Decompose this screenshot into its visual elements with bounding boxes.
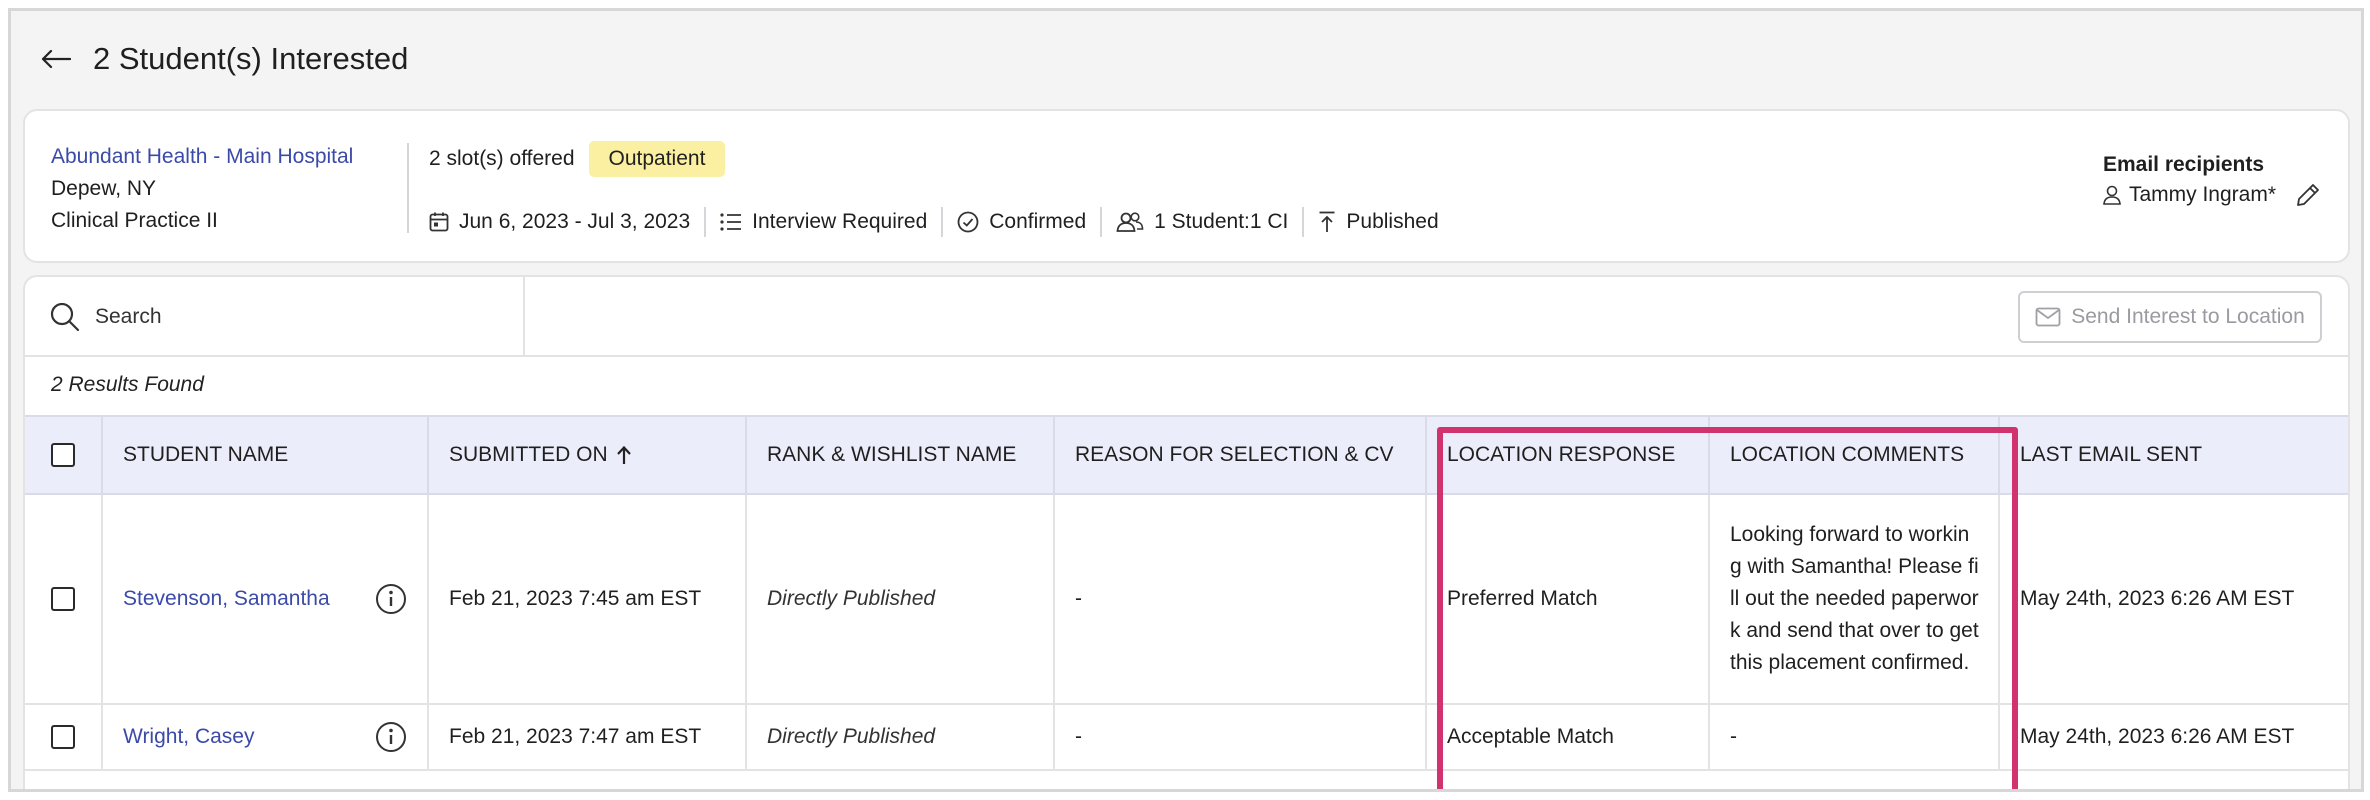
col-last-email[interactable]: Last Email Sent <box>1999 415 2348 495</box>
search-icon <box>50 302 80 332</box>
status-item: Confirmed <box>957 210 1086 234</box>
pencil-icon[interactable] <box>2294 181 2322 209</box>
email-recipients: Email recipients Tammy Ingram* <box>2103 153 2322 209</box>
response-cell: Preferred Match <box>1426 494 1710 705</box>
reason-cell: - <box>1054 704 1427 771</box>
last-email-cell: May 24th, 2023 6:26 AM EST <box>1999 494 2348 705</box>
students-table: Student Name Submitted On Rank & Wishlis… <box>25 415 2348 771</box>
slots-row: 2 slot(s) offered Outpatient <box>429 141 726 177</box>
reason-cell: - <box>1054 494 1427 705</box>
select-all-cell <box>25 415 103 495</box>
comments-text: - <box>1730 725 1737 748</box>
student-cell: Wright, Casey <box>102 704 429 771</box>
submitted-cell: Feb 21, 2023 7:45 am EST <box>428 494 747 705</box>
course-name: Clinical Practice II <box>51 209 218 232</box>
student-cell: Stevenson, Samantha <box>102 494 429 705</box>
col-location-comments[interactable]: Location Comments <box>1709 415 2000 495</box>
app-frame: 2 Student(s) Interested Abundant Health … <box>8 8 2364 792</box>
site-name-link[interactable]: Abundant Health - Main Hospital <box>51 141 353 173</box>
meta-row: Jun 6, 2023 - Jul 3, 2023 Interview Requ… <box>429 204 1439 240</box>
submitted-cell: Feb 21, 2023 7:47 am EST <box>428 704 747 771</box>
col-location-response[interactable]: Location Response <box>1426 415 1710 495</box>
results-count: 2 Results Found <box>51 373 204 396</box>
placement-info-card: Abundant Health - Main Hospital Depew, N… <box>23 109 2350 263</box>
row-checkbox[interactable] <box>51 587 75 612</box>
setting-badge: Outpatient <box>588 141 726 177</box>
ratio-item: 1 Student:1 CI <box>1116 210 1288 234</box>
table-row[interactable]: Stevenson, Samantha Feb 21, 2023 7:45 am… <box>25 494 2348 705</box>
col-reason-cv[interactable]: Reason for Selection & CV <box>1054 415 1427 495</box>
page-header: 2 Student(s) Interested <box>11 11 2361 107</box>
site-location: Depew, NY <box>51 177 157 200</box>
back-button[interactable] <box>31 34 81 84</box>
send-interest-button[interactable]: Send Interest to Location <box>2018 291 2322 343</box>
student-ci-ratio: 1 Student:1 CI <box>1154 210 1289 233</box>
select-all-checkbox[interactable] <box>51 443 75 468</box>
publish-icon <box>1319 211 1335 232</box>
interview-required: Interview Required <box>752 210 928 233</box>
divider <box>704 207 707 237</box>
rank-cell: Directly Published <box>746 704 1055 771</box>
student-name-link[interactable]: Wright, Casey <box>123 725 255 749</box>
results-card: Send Interest to Location 2 Results Foun… <box>23 275 2350 789</box>
col-submitted-on[interactable]: Submitted On <box>428 415 747 495</box>
col-submitted-on-label: Submitted On <box>449 443 608 466</box>
info-icon[interactable] <box>375 583 407 615</box>
search-box[interactable] <box>25 277 525 357</box>
back-arrow-icon <box>41 49 71 69</box>
divider <box>1302 207 1305 237</box>
rank-cell: Directly Published <box>746 494 1055 705</box>
dates-item: Jun 6, 2023 - Jul 3, 2023 <box>429 210 690 234</box>
response-cell: Acceptable Match <box>1426 704 1710 771</box>
check-circle-icon <box>957 211 979 233</box>
select-cell <box>25 494 103 705</box>
status-confirmed: Confirmed <box>989 210 1087 233</box>
divider <box>407 143 409 233</box>
col-rank-wishlist[interactable]: Rank & Wishlist Name <box>746 415 1055 495</box>
email-recipients-title: Email recipients <box>2102 153 2265 176</box>
email-recipient-name: Tammy Ingram* <box>2128 183 2276 206</box>
page-title: 2 Student(s) Interested <box>93 41 409 76</box>
comments-text: Looking forward to working with Samantha… <box>1730 523 1979 674</box>
sort-up-icon[interactable] <box>616 445 632 465</box>
list-icon <box>720 213 742 231</box>
col-student-name[interactable]: Student Name <box>102 415 429 495</box>
publish-status: Published <box>1346 210 1439 233</box>
divider <box>1100 207 1103 237</box>
divider <box>941 207 944 237</box>
mail-icon <box>2035 307 2061 327</box>
users-icon <box>1116 212 1144 232</box>
site-block: Abundant Health - Main Hospital Depew, N… <box>51 141 353 237</box>
student-name-link[interactable]: Stevenson, Samantha <box>123 587 330 611</box>
date-range: Jun 6, 2023 - Jul 3, 2023 <box>459 210 691 233</box>
email-recipient-row: Tammy Ingram* <box>2103 181 2322 209</box>
table-toolbar: Send Interest to Location <box>25 277 2348 357</box>
user-icon <box>2103 185 2121 205</box>
slots-offered: 2 slot(s) offered <box>429 147 575 170</box>
interview-item: Interview Required <box>720 210 927 234</box>
last-email-cell: May 24th, 2023 6:26 AM EST <box>1999 704 2348 771</box>
publish-item: Published <box>1318 210 1439 234</box>
calendar-icon <box>429 212 449 232</box>
search-input[interactable] <box>95 305 495 329</box>
row-checkbox[interactable] <box>51 725 75 750</box>
select-cell <box>25 704 103 771</box>
comments-cell: - <box>1709 704 2000 771</box>
table-header-row: Student Name Submitted On Rank & Wishlis… <box>25 415 2348 495</box>
send-interest-label: Send Interest to Location <box>2071 305 2305 328</box>
comments-cell: Looking forward to working with Samantha… <box>1709 494 2000 705</box>
table-row[interactable]: Wright, Casey Feb 21, 2023 7:47 am EST D… <box>25 704 2348 771</box>
info-icon[interactable] <box>375 721 407 753</box>
